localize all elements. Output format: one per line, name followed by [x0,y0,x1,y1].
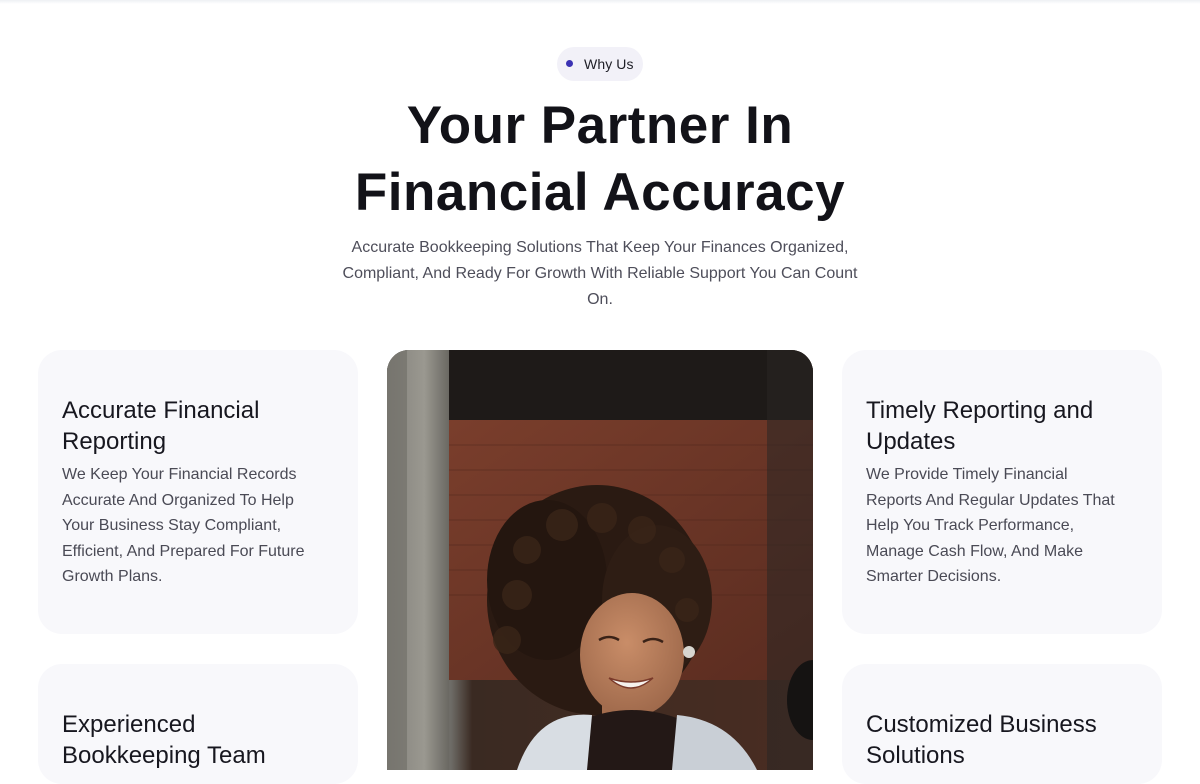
card-description: We Keep Your Financial Records Accurate … [62,462,334,590]
card-title-line: Updates [866,428,956,455]
card-text-line: We Provide Timely Financial [866,466,1068,483]
card-description: We Provide Timely Financial Reports And … [866,462,1138,590]
badge-label: Why Us [584,56,634,72]
card-text-line: Efficient, And Prepared For Future [62,542,305,560]
feature-card-customized-solutions: Customized Business Solutions [842,664,1162,784]
card-title: Accurate Financial Reporting [62,395,334,457]
card-title-line: Reporting [62,428,167,455]
header-shadow [0,0,1200,4]
card-title-line: Solutions [866,742,965,769]
feature-card-accurate-reporting: Accurate Financial Reporting We Keep You… [38,350,358,634]
card-title-line: Accurate Financial [62,397,260,424]
subtitle-line-2: Compliant, And Ready For Growth With Rel… [342,265,858,282]
card-text-line: Reports And Regular Updates That [866,491,1115,509]
subtitle-line-3: On. [587,291,613,308]
card-text-line: Your Business Stay Compliant, [62,517,282,535]
subtitle-line-1: Accurate Bookkeeping Solutions That Keep… [351,239,849,256]
feature-card-timely-reporting: Timely Reporting and Updates We Provide … [842,350,1162,634]
card-text-line: Manage Cash Flow, And Make [866,542,1084,560]
card-title-line: Bookkeeping Team [62,742,266,769]
photo-illustration [387,350,813,770]
card-text-line: We Keep Your Financial Records [62,466,297,483]
feature-card-experienced-team: Experienced Bookkeeping Team [38,664,358,784]
heading-line-2: Financial Accuracy [354,163,846,222]
card-title-line: Customized Business [866,711,1097,738]
section-heading: Your Partner In Financial Accuracy [250,92,950,226]
card-text-line: Growth Plans. [62,568,163,586]
card-text-line: Smarter Decisions. [866,568,1002,586]
card-text-line: Help You Track Performance, [866,517,1075,535]
section-subtitle: Accurate Bookkeeping Solutions That Keep… [320,235,880,313]
card-title-line: Timely Reporting and [866,397,1094,424]
card-title: Timely Reporting and Updates [866,395,1138,457]
smiling-woman-photo [387,350,813,770]
card-text-line: Accurate And Organized To Help [62,491,294,509]
card-title: Customized Business Solutions [866,709,1138,771]
heading-line-1: Your Partner In [406,96,794,155]
why-us-badge: Why Us [557,47,643,81]
card-title: Experienced Bookkeeping Team [62,709,334,771]
card-title-line: Experienced [62,711,196,738]
badge-dot-icon [566,59,573,67]
